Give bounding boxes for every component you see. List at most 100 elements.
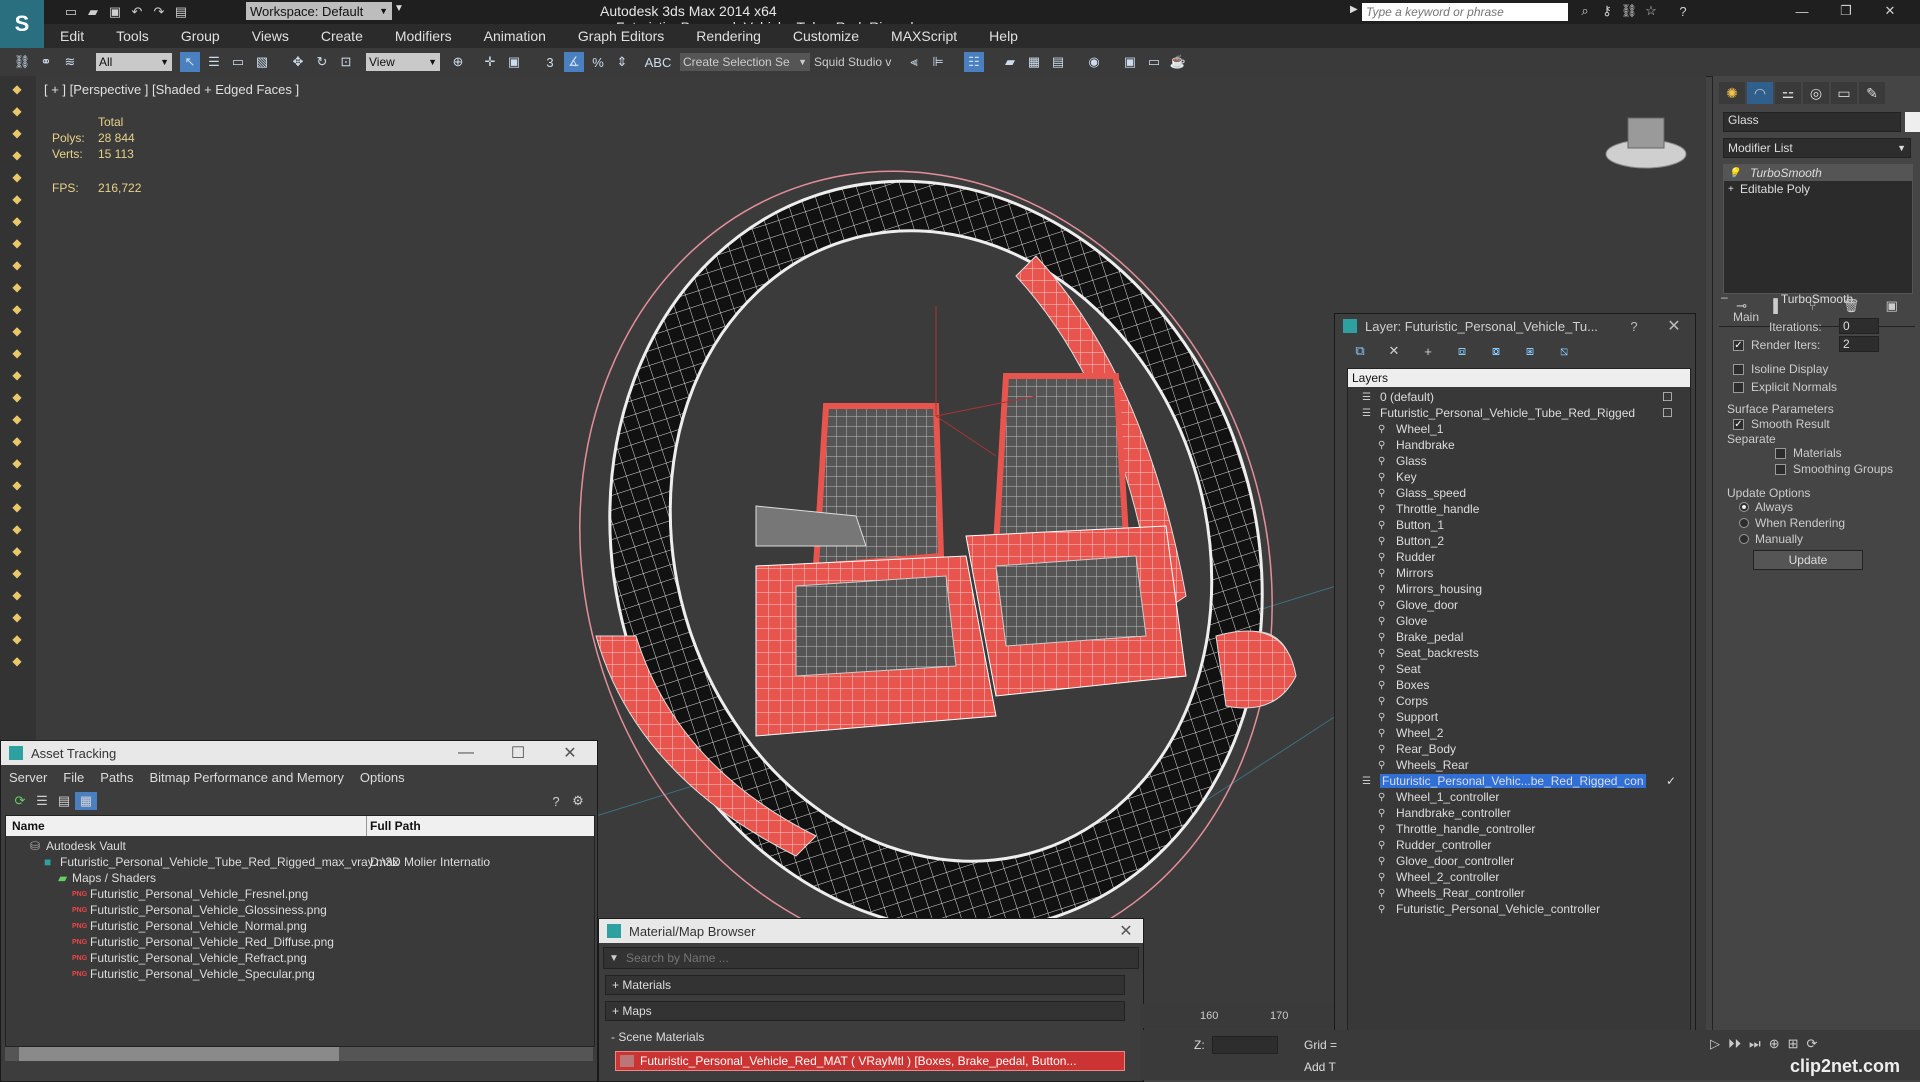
separate-materials-checkbox[interactable]	[1775, 448, 1786, 459]
layer-row[interactable]: ⚲ Handbrake	[1348, 437, 1688, 453]
orbit-icon[interactable]: ⟳	[1807, 1036, 1818, 1052]
menu-item-views[interactable]: Views	[236, 28, 305, 44]
rollout-title[interactable]: TurboSmooth	[1713, 292, 1920, 306]
layer-row[interactable]: ⚲ Button_2	[1348, 533, 1688, 549]
sun-icon[interactable]: ◆	[6, 390, 28, 408]
tree-view-icon[interactable]: ▤	[53, 792, 75, 810]
explorer-icon[interactable]: ◆	[6, 126, 28, 144]
expand-plus-icon[interactable]: +	[1728, 184, 1738, 195]
layer-row[interactable]: ⚲ Corps	[1348, 693, 1688, 709]
iterations-spinner[interactable]: 0	[1839, 318, 1879, 334]
col-path-header[interactable]: Full Path	[370, 819, 421, 833]
separate-smoothing-groups-checkbox[interactable]	[1775, 464, 1786, 475]
layer-icon[interactable]: ◆	[6, 148, 28, 166]
go-to-end-icon[interactable]: ⏭	[1749, 1036, 1761, 1052]
help-icon[interactable]: ?	[545, 792, 567, 810]
menu-item-modifiers[interactable]: Modifiers	[379, 28, 468, 44]
cone-icon[interactable]: ◆	[6, 368, 28, 386]
asset-tracking-titlebar[interactable]: Asset Tracking — ☐ ✕	[1, 741, 597, 765]
zoom-region-icon[interactable]: ⊞	[1788, 1036, 1799, 1052]
z-coordinate-field[interactable]	[1212, 1036, 1278, 1054]
timeline-track[interactable]: 160 170	[1140, 1004, 1334, 1028]
reactor-icon[interactable]: ◆	[6, 500, 28, 518]
minimize-icon[interactable]: —	[1780, 2, 1824, 20]
highlight-layer-icon[interactable]: ⧇	[1479, 342, 1513, 360]
hide-toggle-icon[interactable]: ☐	[1662, 390, 1673, 404]
schematic-view-icon[interactable]: ▤	[1048, 52, 1068, 72]
search-expand-icon[interactable]: ▶	[1350, 4, 1358, 15]
angle-snap-icon[interactable]: ∡	[564, 52, 584, 72]
table-row[interactable]: ■ Futuristic_Personal_Vehicle_Tube_Red_Ri…	[6, 854, 594, 870]
menu-item-customize[interactable]: Customize	[777, 28, 875, 44]
layer-row[interactable]: ⚲ Wheel_1	[1348, 421, 1688, 437]
key-icon[interactable]: ⚷	[1596, 2, 1618, 20]
layers-column-header[interactable]: Layers	[1348, 369, 1690, 387]
binoculars-icon[interactable]: ⌕	[1574, 2, 1596, 20]
selection-filter-dropdown[interactable]: All ▼	[96, 53, 172, 71]
close-icon[interactable]: ✕	[1868, 2, 1912, 20]
hide-toggle-icon[interactable]: ☐	[1662, 406, 1673, 420]
display-tab-icon[interactable]: ▭	[1831, 82, 1857, 104]
update-button[interactable]: Update	[1753, 550, 1863, 570]
render-setup-icon[interactable]: ▣	[1120, 52, 1140, 72]
layer-row[interactable]: ⚲ Button_1	[1348, 517, 1688, 533]
orbit-icon[interactable]: ◆	[6, 588, 28, 606]
ring-icon[interactable]: ◆	[6, 412, 28, 430]
cameras-icon[interactable]: ◆	[6, 214, 28, 232]
layout-icon[interactable]: ◆	[6, 104, 28, 122]
add-time-tag-label[interactable]: Add T	[1304, 1060, 1336, 1074]
isoline-display-checkbox[interactable]	[1733, 364, 1744, 375]
scale-icon[interactable]: ⊡	[336, 52, 356, 72]
window-crossing-icon[interactable]: ▧	[252, 52, 272, 72]
stack-item-editable-poly[interactable]: + Editable Poly	[1724, 181, 1912, 197]
update-manually-radio[interactable]	[1739, 534, 1749, 544]
maxscript-icon[interactable]: ◆	[6, 632, 28, 650]
squid-studio-label[interactable]: Squid Studio v	[814, 55, 891, 69]
explicit-normals-checkbox[interactable]	[1733, 382, 1744, 393]
scene-materials-group[interactable]: - Scene Materials	[605, 1027, 1125, 1047]
layer-row[interactable]: ⚲ Mirrors	[1348, 565, 1688, 581]
percent-snap-icon[interactable]: %	[588, 52, 608, 72]
pivot-center-icon[interactable]: ⊕	[448, 52, 468, 72]
asset-menu-options[interactable]: Options	[352, 770, 413, 785]
spinner-snap-icon[interactable]: ⇕	[612, 52, 632, 72]
update-always-radio[interactable]	[1739, 502, 1749, 512]
helpers-icon[interactable]: ◆	[6, 236, 28, 254]
layer-row[interactable]: ⚲ Throttle_handle	[1348, 501, 1688, 517]
workspace-dropdown[interactable]: Workspace: Default ▼	[246, 2, 392, 20]
edit-named-selection-icon[interactable]: ABC	[645, 52, 672, 72]
snaps-toggle-icon[interactable]: 3	[540, 52, 560, 72]
render-icon[interactable]: ◆	[6, 522, 28, 540]
layer-row[interactable]: ⚲ Rudder_controller	[1348, 837, 1688, 853]
table-row[interactable]: PNG Futuristic_Personal_Vehicle_Normal.pn…	[6, 918, 594, 934]
layer-row[interactable]: ⚲ Wheels_Rear	[1348, 757, 1688, 773]
zoom-icon[interactable]: ◆	[6, 544, 28, 562]
layer-row[interactable]: ⚲ Glove_door_controller	[1348, 853, 1688, 869]
create-tab-icon[interactable]: ✺	[1719, 82, 1745, 104]
layer-row[interactable]: ⚲ Glove	[1348, 613, 1688, 629]
object-name-field[interactable]: Glass	[1723, 112, 1901, 132]
delete-layer-icon[interactable]: ✕	[1377, 342, 1411, 360]
sphere-icon[interactable]: ◆	[6, 170, 28, 188]
list-view-icon[interactable]: ☰	[31, 792, 53, 810]
minimize-icon[interactable]: —	[455, 743, 477, 763]
new-file-icon[interactable]: ▭	[60, 3, 82, 21]
unlink-icon[interactable]: ⚭	[36, 52, 56, 72]
spline-icon[interactable]: ◆	[6, 434, 28, 452]
rendered-frame-window-icon[interactable]: ▭	[1144, 52, 1164, 72]
layer-row[interactable]: ⚲ Handbrake_controller	[1348, 805, 1688, 821]
layer-row[interactable]: ☰ Futuristic_Personal_Vehic...be_Red_Rigg…	[1348, 773, 1688, 789]
layer-row[interactable]: ⚲ Seat_backrests	[1348, 645, 1688, 661]
zoom-extents-icon[interactable]: ⊕	[1769, 1036, 1780, 1052]
add-to-layer-icon[interactable]: +	[1411, 342, 1445, 360]
lights-icon[interactable]: ◆	[6, 192, 28, 210]
systems-icon[interactable]: ◆	[6, 302, 28, 320]
link-icon[interactable]: ⛓	[12, 52, 32, 72]
layer-row[interactable]: ⚲ Glass	[1348, 453, 1688, 469]
bone-icon[interactable]: ◆	[6, 456, 28, 474]
menu-item-rendering[interactable]: Rendering	[680, 28, 777, 44]
asset-horizontal-scrollbar[interactable]	[5, 1047, 593, 1061]
layer-row[interactable]: ⚲ Seat	[1348, 661, 1688, 677]
qat-customize-icon[interactable]: ▼	[394, 3, 404, 14]
object-color-swatch[interactable]	[1905, 112, 1920, 132]
